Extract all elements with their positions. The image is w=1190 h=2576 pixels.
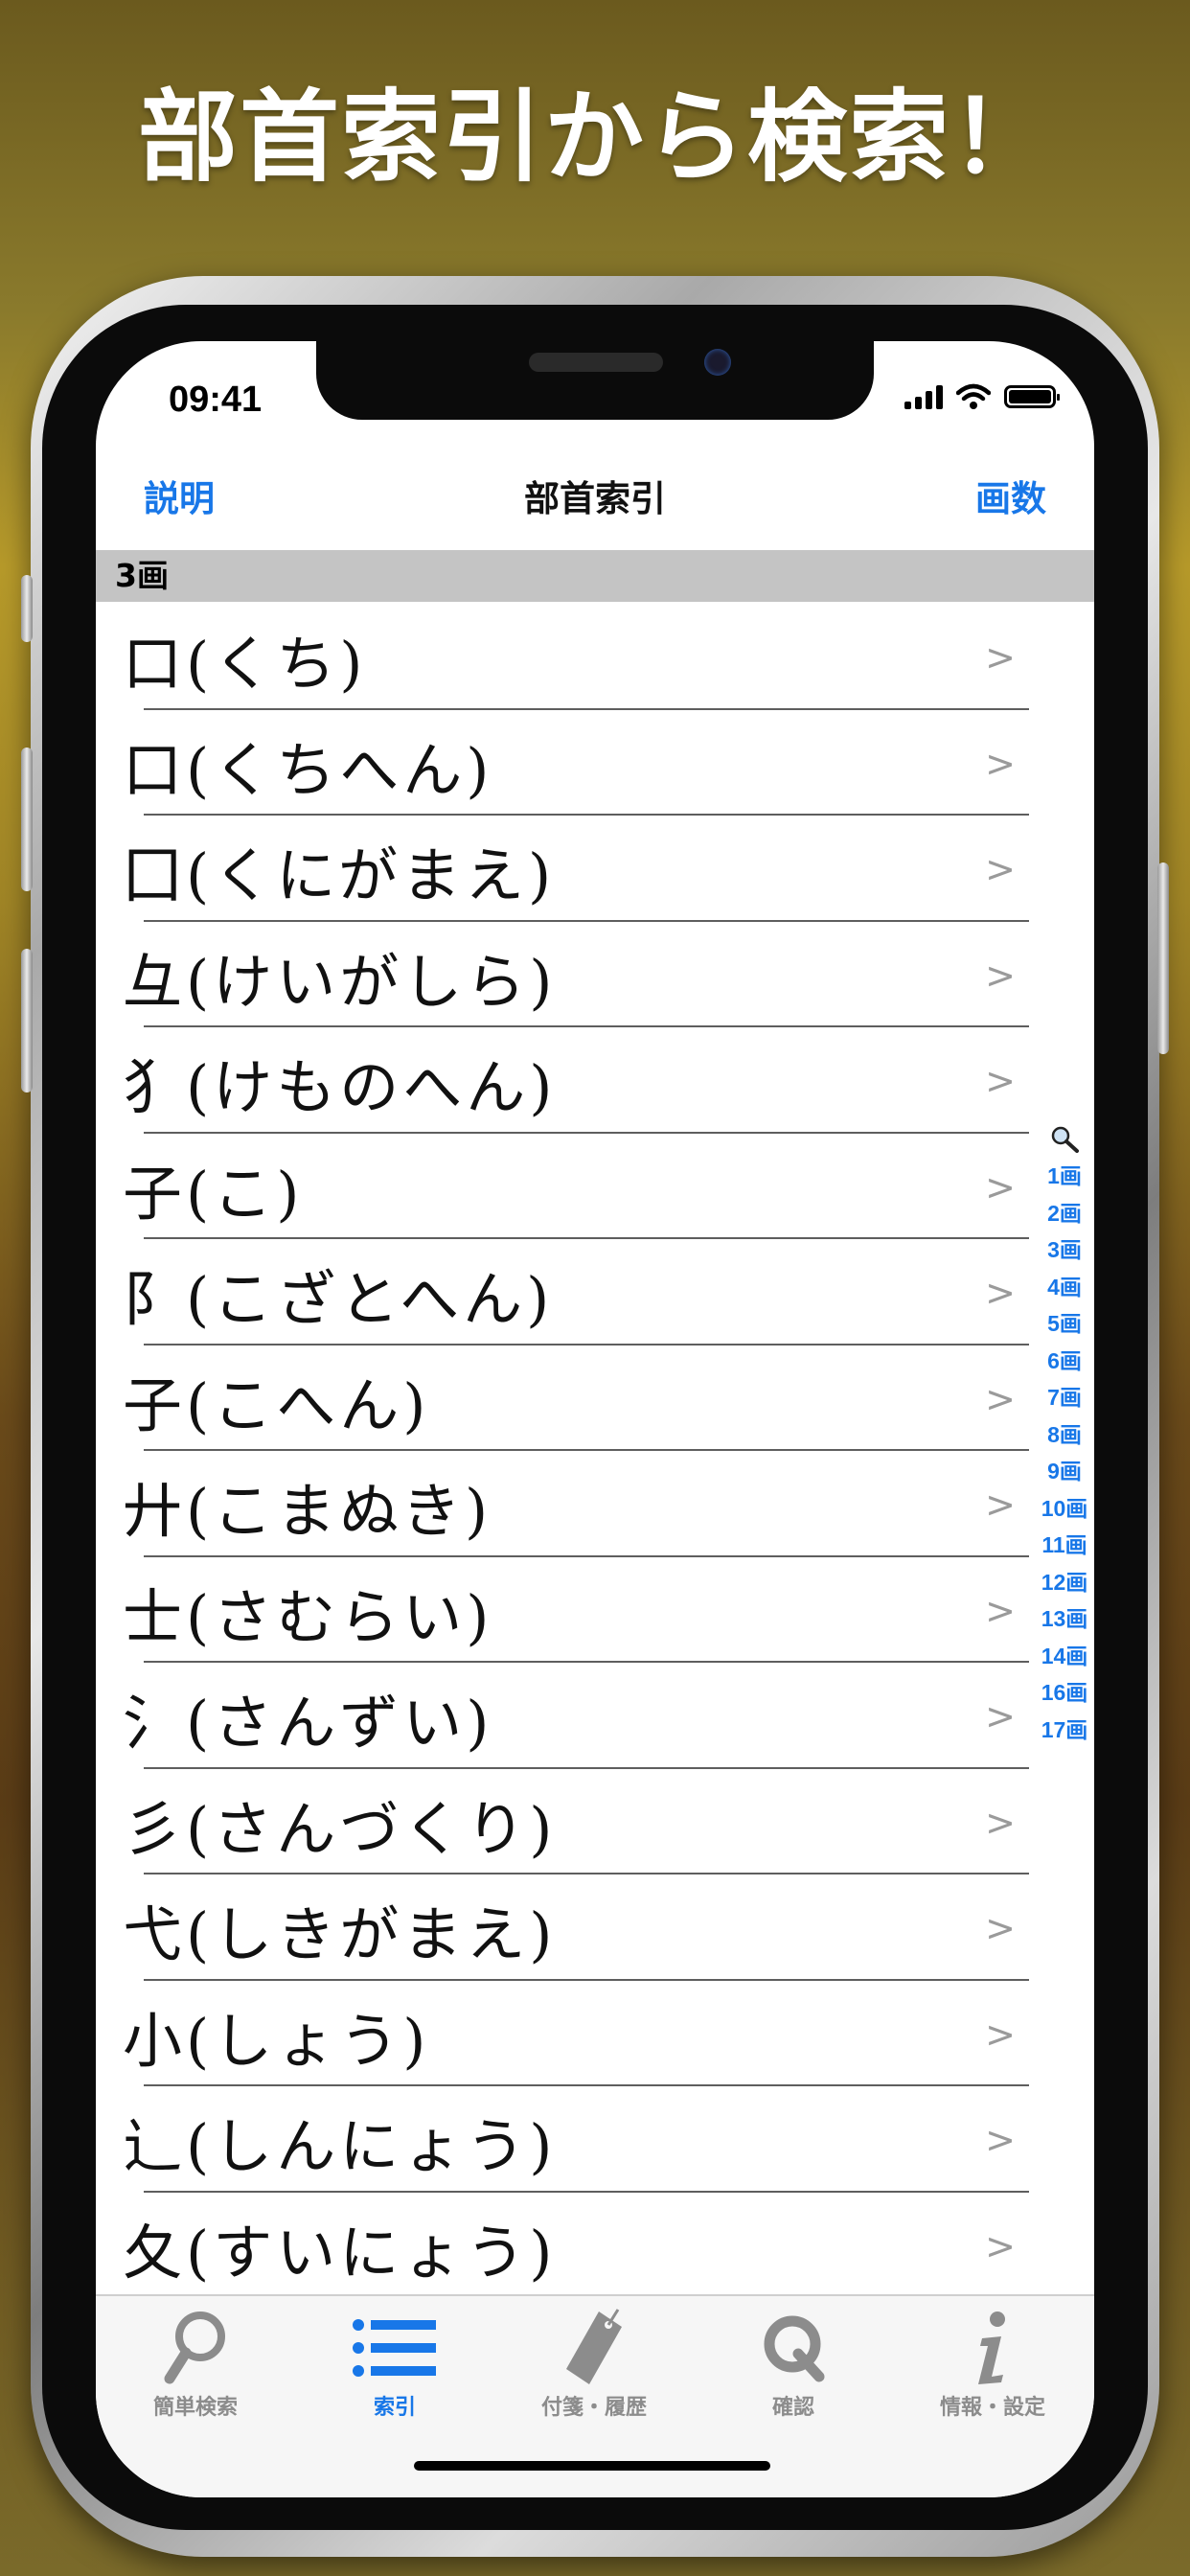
chevron-right-icon: > (985, 1060, 1016, 1102)
status-time: 09:41 (169, 380, 263, 420)
chevron-right-icon: > (985, 2119, 1016, 2161)
home-indicator (414, 2461, 770, 2471)
chevron-right-icon: > (985, 1484, 1016, 1526)
radical-label: 口(くちへん) (123, 734, 493, 805)
cellular-signal-icon (904, 384, 943, 409)
index-entry[interactable]: 17画 (1041, 1712, 1088, 1749)
index-entry[interactable]: 2画 (1041, 1195, 1088, 1232)
chevron-right-icon: > (985, 1695, 1016, 1737)
list-item[interactable]: 士(さむらい) > (96, 1557, 1094, 1663)
chevron-right-icon: > (985, 1907, 1016, 1949)
index-entry[interactable]: 10画 (1041, 1490, 1088, 1528)
index-entry[interactable]: 3画 (1041, 1231, 1088, 1269)
tab-confirm[interactable]: 確認 (694, 2310, 893, 2421)
navigation-bar: 説明 部首索引 画数 (96, 448, 1094, 539)
section-index[interactable]: 1画 2画 3画 4画 5画 6画 7画 8画 9画 10画 11画 12画 13画 14画 16画 17画 (1041, 1119, 1088, 1748)
tab-info-settings[interactable]: 情報・設定 (893, 2310, 1092, 2421)
radical-list: 口(くち) > 口(くちへん) > 囗(くにがまえ) > 彑(けいがしら) > 犭(けものへん)… (96, 604, 1094, 2298)
radical-label: 犭(けものへん) (123, 1052, 557, 1122)
index-entry[interactable]: 7画 (1041, 1379, 1088, 1416)
list-item[interactable]: 子(こ) > (96, 1134, 1094, 1239)
index-search-icon[interactable] (1041, 1119, 1088, 1158)
list-item[interactable]: 彡(さんづくり) > (96, 1769, 1094, 1874)
chevron-right-icon: > (985, 636, 1016, 678)
chevron-right-icon: > (985, 1272, 1016, 1314)
radical-label: 夂(すいにょう) (123, 2217, 557, 2288)
chevron-right-icon: > (985, 742, 1016, 785)
radical-label: 口(くち) (123, 629, 367, 699)
list-item[interactable]: 彑(けいがしら) > (96, 922, 1094, 1027)
index-entry[interactable]: 11画 (1041, 1527, 1088, 1564)
list-item[interactable]: 弋(しきがまえ) > (96, 1874, 1094, 1981)
radical-label: 廾(こまぬき) (123, 1476, 492, 1546)
chevron-right-icon: > (985, 1165, 1016, 1208)
index-entry[interactable]: 4画 (1041, 1269, 1088, 1306)
phone-power-button (1157, 862, 1169, 1054)
notch (316, 341, 874, 420)
page-title: 部首索引 (524, 478, 666, 519)
list-item[interactable]: 口(くち) > (96, 604, 1094, 710)
list-icon (295, 2310, 494, 2386)
wifi-icon (956, 383, 991, 409)
bookmark-tag-icon (494, 2309, 694, 2386)
tab-simple-search[interactable]: 簡単検索 (96, 2310, 295, 2421)
radical-label: 弋(しきがまえ) (123, 1899, 557, 1969)
list-item[interactable]: 辶(しんにょう) > (96, 2086, 1094, 2193)
index-entry[interactable]: 1画 (1041, 1158, 1088, 1195)
list-item[interactable]: 小(しょう) > (96, 1981, 1094, 2086)
radical-label: 子(こ) (123, 1158, 304, 1229)
status-icons (904, 383, 1060, 410)
index-entry[interactable]: 8画 (1041, 1416, 1088, 1454)
promo-headline: 部首索引から検索！ (137, 79, 1052, 196)
radical-label: 小(しょう) (123, 2005, 430, 2076)
speaker-grille (529, 353, 663, 372)
radical-label: 阝(こざとへん) (123, 1264, 554, 1334)
magnifier-icon (96, 2310, 295, 2386)
radical-label: 囗(くにがまえ) (123, 840, 556, 910)
front-camera (704, 349, 731, 376)
section-header: 3画 (96, 550, 1094, 602)
radical-label: 彑(けいがしら) (123, 946, 557, 1017)
index-entry[interactable]: 13画 (1041, 1600, 1088, 1638)
chevron-right-icon: > (985, 1589, 1016, 1632)
list-item[interactable]: 子(こへん) > (96, 1346, 1094, 1451)
phone-volume-down-button (21, 949, 33, 1092)
list-item[interactable]: 口(くちへん) > (96, 710, 1094, 816)
index-entry[interactable]: 9画 (1041, 1453, 1088, 1490)
battery-icon (1004, 385, 1060, 408)
list-item[interactable]: 囗(くにがまえ) > (96, 816, 1094, 922)
chevron-right-icon: > (985, 1801, 1016, 1844)
index-entry[interactable]: 5画 (1041, 1305, 1088, 1343)
radical-label: 彡(さんづくり) (123, 1793, 557, 1864)
index-entry[interactable]: 12画 (1041, 1564, 1088, 1601)
list-item[interactable]: 犭(けものへん) > (96, 1027, 1094, 1134)
tab-bookmarks-history[interactable]: 付箋・履歴 (494, 2309, 694, 2421)
chevron-right-icon: > (985, 954, 1016, 997)
phone-side-button (21, 575, 33, 642)
radical-label: 辶(しんにょう) (123, 2111, 557, 2181)
radical-label: 子(こへん) (123, 1369, 430, 1440)
radical-label: 氵(さんずい) (123, 1688, 493, 1758)
phone-volume-up-button (21, 748, 33, 891)
index-entry[interactable]: 14画 (1041, 1638, 1088, 1675)
chevron-right-icon: > (985, 1377, 1016, 1420)
chevron-right-icon: > (985, 2012, 1016, 2056)
chevron-right-icon: > (985, 848, 1016, 890)
list-item[interactable]: 夂(すいにょう) > (96, 2193, 1094, 2298)
app-screen: 09:41 説明 部首索引 画数 3画 口(くち) > 口(くちへん) > 囗(くにがま… (96, 341, 1094, 2497)
chevron-right-icon: > (985, 2224, 1016, 2267)
q-icon (694, 2310, 893, 2386)
radical-label: 士(さむらい) (123, 1581, 493, 1652)
index-entry[interactable]: 6画 (1041, 1343, 1088, 1380)
stroke-count-button[interactable]: 画数 (975, 470, 1046, 521)
index-entry[interactable]: 16画 (1041, 1674, 1088, 1712)
list-item[interactable]: 廾(こまぬき) > (96, 1451, 1094, 1557)
list-item[interactable]: 氵(さんずい) > (96, 1663, 1094, 1769)
list-item[interactable]: 阝(こざとへん) > (96, 1239, 1094, 1346)
info-icon (893, 2310, 1092, 2386)
tab-index[interactable]: 索引 (295, 2310, 494, 2421)
